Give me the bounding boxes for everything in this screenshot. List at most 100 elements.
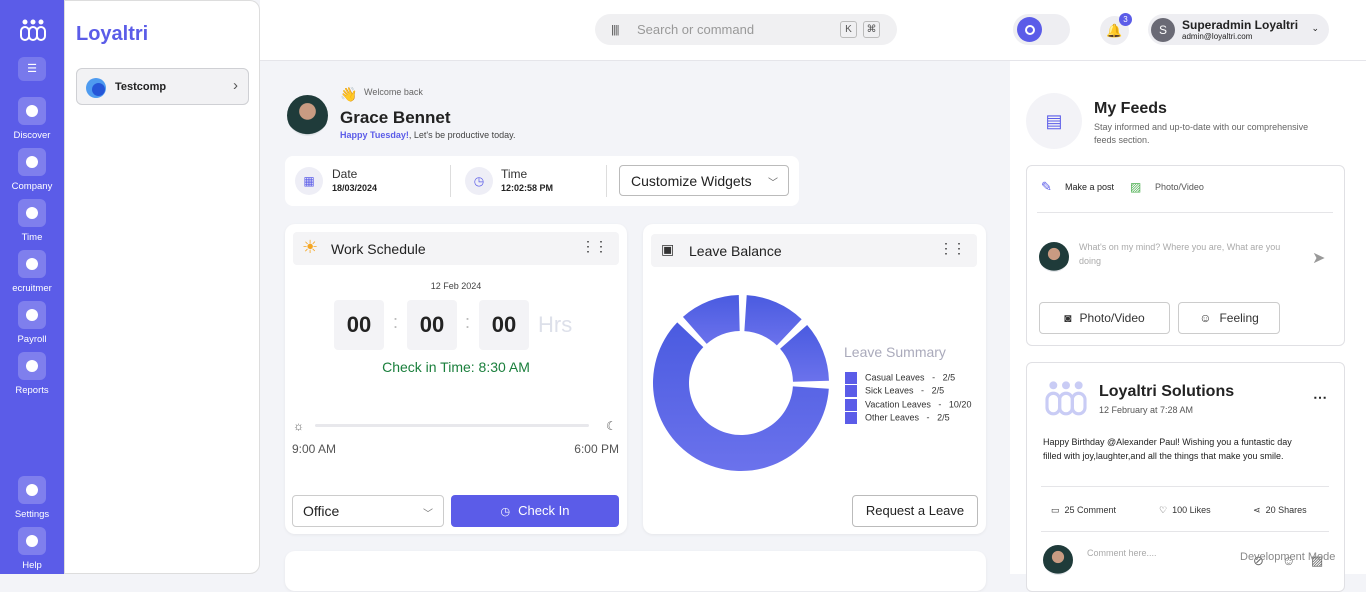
comment-input[interactable]: Comment here....	[1087, 548, 1157, 558]
request-leave-button[interactable]: Request a Leave	[852, 495, 978, 527]
check-in-button[interactable]: ◷ Check In	[451, 495, 619, 527]
people-icon	[18, 250, 46, 278]
minutes-box: 00	[407, 300, 457, 350]
time-value: 12:02:58 PM	[501, 183, 554, 193]
rail-item-time[interactable]: Time	[0, 199, 64, 243]
feeds-desc: Stay informed and up-to-date with our co…	[1094, 122, 1309, 132]
date-label: Date	[332, 167, 358, 181]
feeling-label: Feeling	[1219, 311, 1259, 325]
date-time-bar: ▦ Date 18/03/2024 ◷ Time 12:02:58 PM Cus…	[285, 156, 799, 206]
schedule-date: 12 Feb 2024	[430, 281, 482, 291]
share-count[interactable]: ⋖ 20 Shares	[1253, 505, 1307, 516]
user-name: Superadmin Loyaltri	[1182, 18, 1299, 32]
shortcut-k-key: K	[840, 21, 857, 38]
rail-item-payroll[interactable]: Payroll	[0, 301, 64, 345]
avatar	[1039, 242, 1069, 272]
post-text: filled with joy,laughter,and all the thi…	[1043, 451, 1284, 461]
search-input[interactable]: Search or command	[637, 22, 754, 37]
drag-handle-icon[interactable]: ⋮⋮	[939, 240, 966, 257]
legend-swatch	[845, 412, 857, 424]
search-bar[interactable]: |||| Search or command K ⌘	[595, 14, 897, 45]
feeling-button[interactable]: ☺ Feeling	[1178, 302, 1280, 334]
menu-toggle-icon[interactable]: ☰	[18, 57, 46, 81]
checkin-time: Check in Time: 8:30 AM	[382, 359, 530, 375]
avatar: S	[1151, 18, 1175, 42]
rail-label: Help	[22, 560, 42, 571]
legend-item: Casual Leaves - 2/5	[845, 372, 955, 384]
calendar-x-icon: ▣	[661, 241, 675, 257]
welcome-text: Welcome back	[364, 87, 423, 97]
clock-icon: ◷	[465, 167, 493, 195]
rail-label: Settings	[14, 509, 50, 520]
photo-video-button[interactable]: ◙ Photo/Video	[1039, 302, 1170, 334]
help-icon	[18, 527, 46, 555]
clock-icon	[18, 199, 46, 227]
divider	[1041, 486, 1329, 487]
moon-icon: ☾	[606, 419, 617, 433]
more-icon[interactable]: ⋯	[1313, 389, 1327, 406]
loyaltri-logo-icon[interactable]	[20, 18, 46, 42]
shift-end: 6:00 PM	[574, 442, 619, 456]
rail-label: Company	[11, 181, 53, 192]
rail-item-reports[interactable]: Reports	[0, 352, 64, 396]
company-sidebar: Loyaltri Testcomp ›	[64, 0, 260, 574]
divider	[606, 165, 607, 197]
user-photo	[287, 95, 328, 136]
rail-item-settings[interactable]: Settings	[0, 476, 64, 520]
card-title: Leave Balance	[689, 243, 782, 259]
check-in-label: Check In	[518, 503, 570, 518]
customize-widgets-label: Customize Widgets	[631, 173, 752, 189]
location-select[interactable]: Office ﹀	[292, 495, 444, 527]
post-input[interactable]: What's on my mind? Where you are, What a…	[1079, 242, 1280, 252]
make-post-link[interactable]: Make a post	[1065, 182, 1114, 192]
rail-item-recruitment[interactable]: ecruitmer	[0, 250, 64, 294]
post-text: Happy Birthday @Alexander Paul! Wishing …	[1043, 437, 1292, 447]
feed-note-icon: ▤	[1026, 93, 1082, 149]
rail-item-discover[interactable]: Discover	[0, 97, 64, 141]
time-colon: :	[465, 312, 471, 332]
drag-handle-icon[interactable]: ⋮⋮	[581, 238, 608, 255]
rail-item-company[interactable]: Company	[0, 148, 64, 192]
legend-sep: -	[926, 412, 930, 423]
pencil-icon[interactable]: ✎	[1041, 179, 1052, 195]
image-icon[interactable]: ▨	[1130, 180, 1141, 194]
rail-label: Time	[21, 232, 43, 243]
like-count[interactable]: ♡ 100 Likes	[1159, 505, 1211, 516]
card-header: ▣ Leave Balance ⋮⋮	[651, 234, 977, 267]
card-title: Work Schedule	[331, 241, 426, 257]
theme-toggle[interactable]	[1013, 14, 1070, 45]
share-icon: ⋖	[1253, 505, 1261, 515]
divider	[450, 165, 451, 197]
legend-sep: -	[938, 399, 942, 410]
time-label: Time	[501, 167, 528, 181]
rail-label: ecruitmer	[12, 283, 52, 294]
company-logo-accent	[92, 83, 105, 96]
hours-box: 00	[334, 300, 384, 350]
chevron-down-icon: ﹀	[768, 178, 778, 189]
chevron-right-icon: ›	[233, 77, 238, 94]
greeting-message: , Let's be productive today.	[408, 130, 516, 140]
legend-swatch	[845, 372, 857, 384]
post-author: Loyaltri Solutions	[1099, 383, 1235, 400]
legend-item: Vacation Leaves - 10/20	[845, 399, 971, 411]
card-header: ☀ Work Schedule ⋮⋮	[293, 232, 619, 265]
comment-icon: ▭	[1051, 505, 1060, 515]
donut-segments	[653, 295, 829, 471]
send-icon[interactable]: ➤	[1312, 248, 1325, 268]
loyaltri-logo-icon	[1045, 381, 1087, 416]
date-value: 18/03/2024	[332, 183, 378, 193]
company-selector[interactable]: Testcomp ›	[76, 68, 249, 105]
voice-icon[interactable]: ||||	[611, 24, 620, 36]
comment-count[interactable]: ▭ 25 Comment	[1051, 505, 1116, 516]
legend-value: 2/5	[937, 412, 950, 423]
user-menu[interactable]: S Superadmin Loyaltri admin@loyaltri.com…	[1148, 14, 1329, 45]
rail-item-help[interactable]: Help	[0, 527, 64, 571]
customize-widgets-select[interactable]: Customize Widgets ﹀	[619, 165, 789, 196]
photo-video-link[interactable]: Photo/Video	[1155, 182, 1204, 192]
legend-sep: -	[932, 372, 936, 383]
legend-value: 2/5	[931, 385, 945, 396]
dollar-icon	[18, 301, 46, 329]
like-count-label: 100 Likes	[1172, 505, 1211, 515]
company-name: Testcomp	[115, 81, 167, 93]
building-icon	[18, 148, 46, 176]
